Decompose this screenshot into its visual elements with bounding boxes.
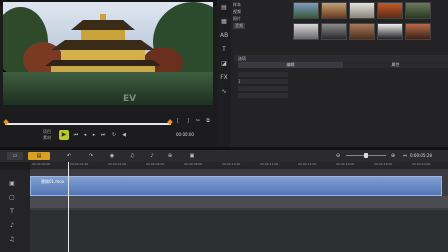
motion-track-icon[interactable]: ⊕ [166,152,174,160]
clip-name: 替换01.mov [41,179,65,184]
playback-controls: 项目 素材 ▶ ⏮ ◂ ▸ ⏭ ↻ ◀ 00:00:00 [3,128,213,142]
filter-icon[interactable]: FX [220,74,228,82]
tab-attribute[interactable]: 属性 [343,62,448,68]
repeat-icon[interactable]: ↻ [111,132,117,138]
track-headers: ▣ ▢ T ♪ ♫ [0,170,30,252]
library-thumbnail[interactable] [377,2,403,19]
instant-project-icon[interactable]: ▦ [220,18,228,26]
temple-image [45,14,161,76]
library-thumbnail[interactable] [349,23,375,40]
ruler-tick: 00:00:16:00 [336,162,355,166]
playhead[interactable] [68,162,69,252]
ruler-tick: 00:00:02:00 [70,162,89,166]
category-item[interactable]: 照片 [233,16,241,22]
library-sidebar: ▤ ▦ AB T ◪ FX ∿ [217,0,231,147]
clip-mode-label[interactable]: 素材 [43,135,51,141]
options-row[interactable] [238,72,288,77]
title-track-icon[interactable]: T [8,208,16,216]
record-icon[interactable]: ◉ [108,152,116,160]
voice-track-icon[interactable]: ♪ [8,222,16,230]
library-thumbnail[interactable] [405,2,431,19]
video-clip[interactable]: 替换01.mov [30,176,442,196]
ruler-tick: 00:00:18:00 [374,162,393,166]
subtitle-icon[interactable]: ▣ [188,152,196,160]
ruler-tick: 00:00:20:00 [412,162,431,166]
player-timecode[interactable]: 00:00:00 [176,132,194,137]
track-band [30,196,448,208]
library-thumbnail[interactable] [405,23,431,40]
library-thumbnail[interactable] [293,23,319,40]
library-thumbnail[interactable] [321,23,347,40]
scrub-track[interactable] [5,123,171,125]
media-icon[interactable]: ▤ [220,4,228,12]
library-panel: ▤ ▦ AB T ◪ FX ∿ 样本 视频 照片 音频 选项 编辑 属性 1 [217,0,448,147]
timeline-toolbar: ▭ ▤ ↶ ↷ ◉ ♫ ♪ ⊕ ▣ ⊖ ⊕ ⇔ 0:00:05:28 [0,150,448,162]
ruler-tick: 00:00:06:00 [146,162,165,166]
step-forward-icon[interactable]: ▸ [91,132,97,138]
enlarge-icon[interactable]: ⧉ [205,118,211,124]
fit-project-icon[interactable]: ⇔ [401,152,409,160]
video-preview: EV [3,2,213,105]
ruler-tick: 00:00:12:00 [260,162,279,166]
library-thumbnail[interactable] [321,2,347,19]
ruler-tick: 00:00:10:00 [222,162,241,166]
mark-out-button[interactable]: ] [187,118,189,124]
options-tabs: 编辑 属性 [238,62,448,68]
category-item[interactable]: 视频 [233,9,241,15]
tab-edit[interactable]: 编辑 [238,62,343,68]
track-band [30,210,448,252]
options-value-field[interactable]: 1 [238,79,288,84]
music-track-icon[interactable]: ♫ [8,236,16,244]
redo-icon[interactable]: ↷ [87,152,95,160]
transition-icon[interactable]: AB [220,32,228,40]
library-thumbnail[interactable] [293,2,319,19]
preview-water [3,72,213,105]
undo-icon[interactable]: ↶ [65,152,73,160]
timeline-view-button[interactable]: ▤ [28,152,50,160]
timeline-timecode[interactable]: 0:00:05:28 [410,152,440,160]
graphic-icon[interactable]: ◪ [220,60,228,68]
ruler-tick: 00:00:08:00 [184,162,203,166]
play-button[interactable]: ▶ [59,130,69,140]
path-icon[interactable]: ∿ [220,88,228,96]
options-row[interactable] [238,86,288,91]
ruler-tick: 00:00:00:00 [32,162,51,166]
play-icon: ▶ [61,131,67,138]
overlay-track-icon[interactable]: ▢ [8,194,16,202]
video-track-icon[interactable]: ▣ [8,180,16,188]
library-thumbnail[interactable] [349,2,375,19]
library-thumbnail[interactable] [377,23,403,40]
zoom-out-icon[interactable]: ⊖ [334,152,342,160]
skip-end-icon[interactable]: ⏭ [100,132,106,138]
scrub-bar[interactable]: [ ] ✂ ⧉ [3,118,213,126]
skip-start-icon[interactable]: ⏮ [73,132,79,138]
options-row[interactable] [238,93,288,98]
split-icon[interactable]: ✂ [195,118,201,124]
category-item-selected[interactable]: 音频 [233,23,245,29]
zoom-slider-handle[interactable] [364,153,368,158]
ruler-tick: 00:00:14:00 [298,162,317,166]
step-back-icon[interactable]: ◂ [82,132,88,138]
category-item[interactable]: 样本 [233,2,241,8]
auto-music-icon[interactable]: ♪ [148,152,156,160]
options-header: 选项 [234,55,448,62]
sound-mixer-icon[interactable]: ♫ [128,152,136,160]
options-value: 1 [238,79,241,84]
volume-icon[interactable]: ◀ [121,132,127,138]
title-icon[interactable]: T [220,46,228,54]
ruler-tick: 00:00:04:00 [108,162,127,166]
timeline-ruler[interactable]: 00:00:00:00 00:00:02:00 00:00:04:00 00:0… [30,162,448,170]
zoom-in-icon[interactable]: ⊕ [389,152,397,160]
mark-in-button[interactable]: [ [177,118,179,124]
storyboard-view-button[interactable]: ▭ [7,152,23,160]
watermark: EV [123,94,137,104]
